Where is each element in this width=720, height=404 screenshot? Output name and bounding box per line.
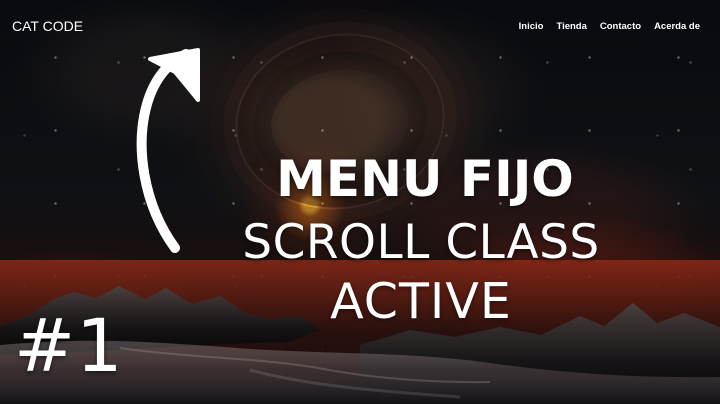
up-arrow-icon <box>136 48 200 253</box>
hero-title: MENU FIJO SCROLL CLASS ACTIVE <box>228 150 614 330</box>
nav-link-inicio[interactable]: Inicio <box>519 21 544 33</box>
title-subtitle: SCROLL CLASS <box>242 215 600 270</box>
nav-link-tienda[interactable]: Tienda <box>556 21 586 33</box>
brand-logo[interactable]: CAT CODE <box>12 17 83 35</box>
top-navigation: CAT CODE Inicio Tienda Contacto Acerda d… <box>0 0 720 48</box>
video-thumbnail: CAT CODE Inicio Tienda Contacto Acerda d… <box>0 0 720 404</box>
title-active: ACTIVE <box>330 273 512 330</box>
title-main: MENU FIJO <box>276 150 574 208</box>
nav-link-acerda-de[interactable]: Acerda de <box>654 21 700 33</box>
episode-number: #1 <box>14 304 124 389</box>
nav-links: Inicio Tienda Contacto Acerda de <box>519 21 700 33</box>
nav-link-contacto[interactable]: Contacto <box>600 21 641 33</box>
